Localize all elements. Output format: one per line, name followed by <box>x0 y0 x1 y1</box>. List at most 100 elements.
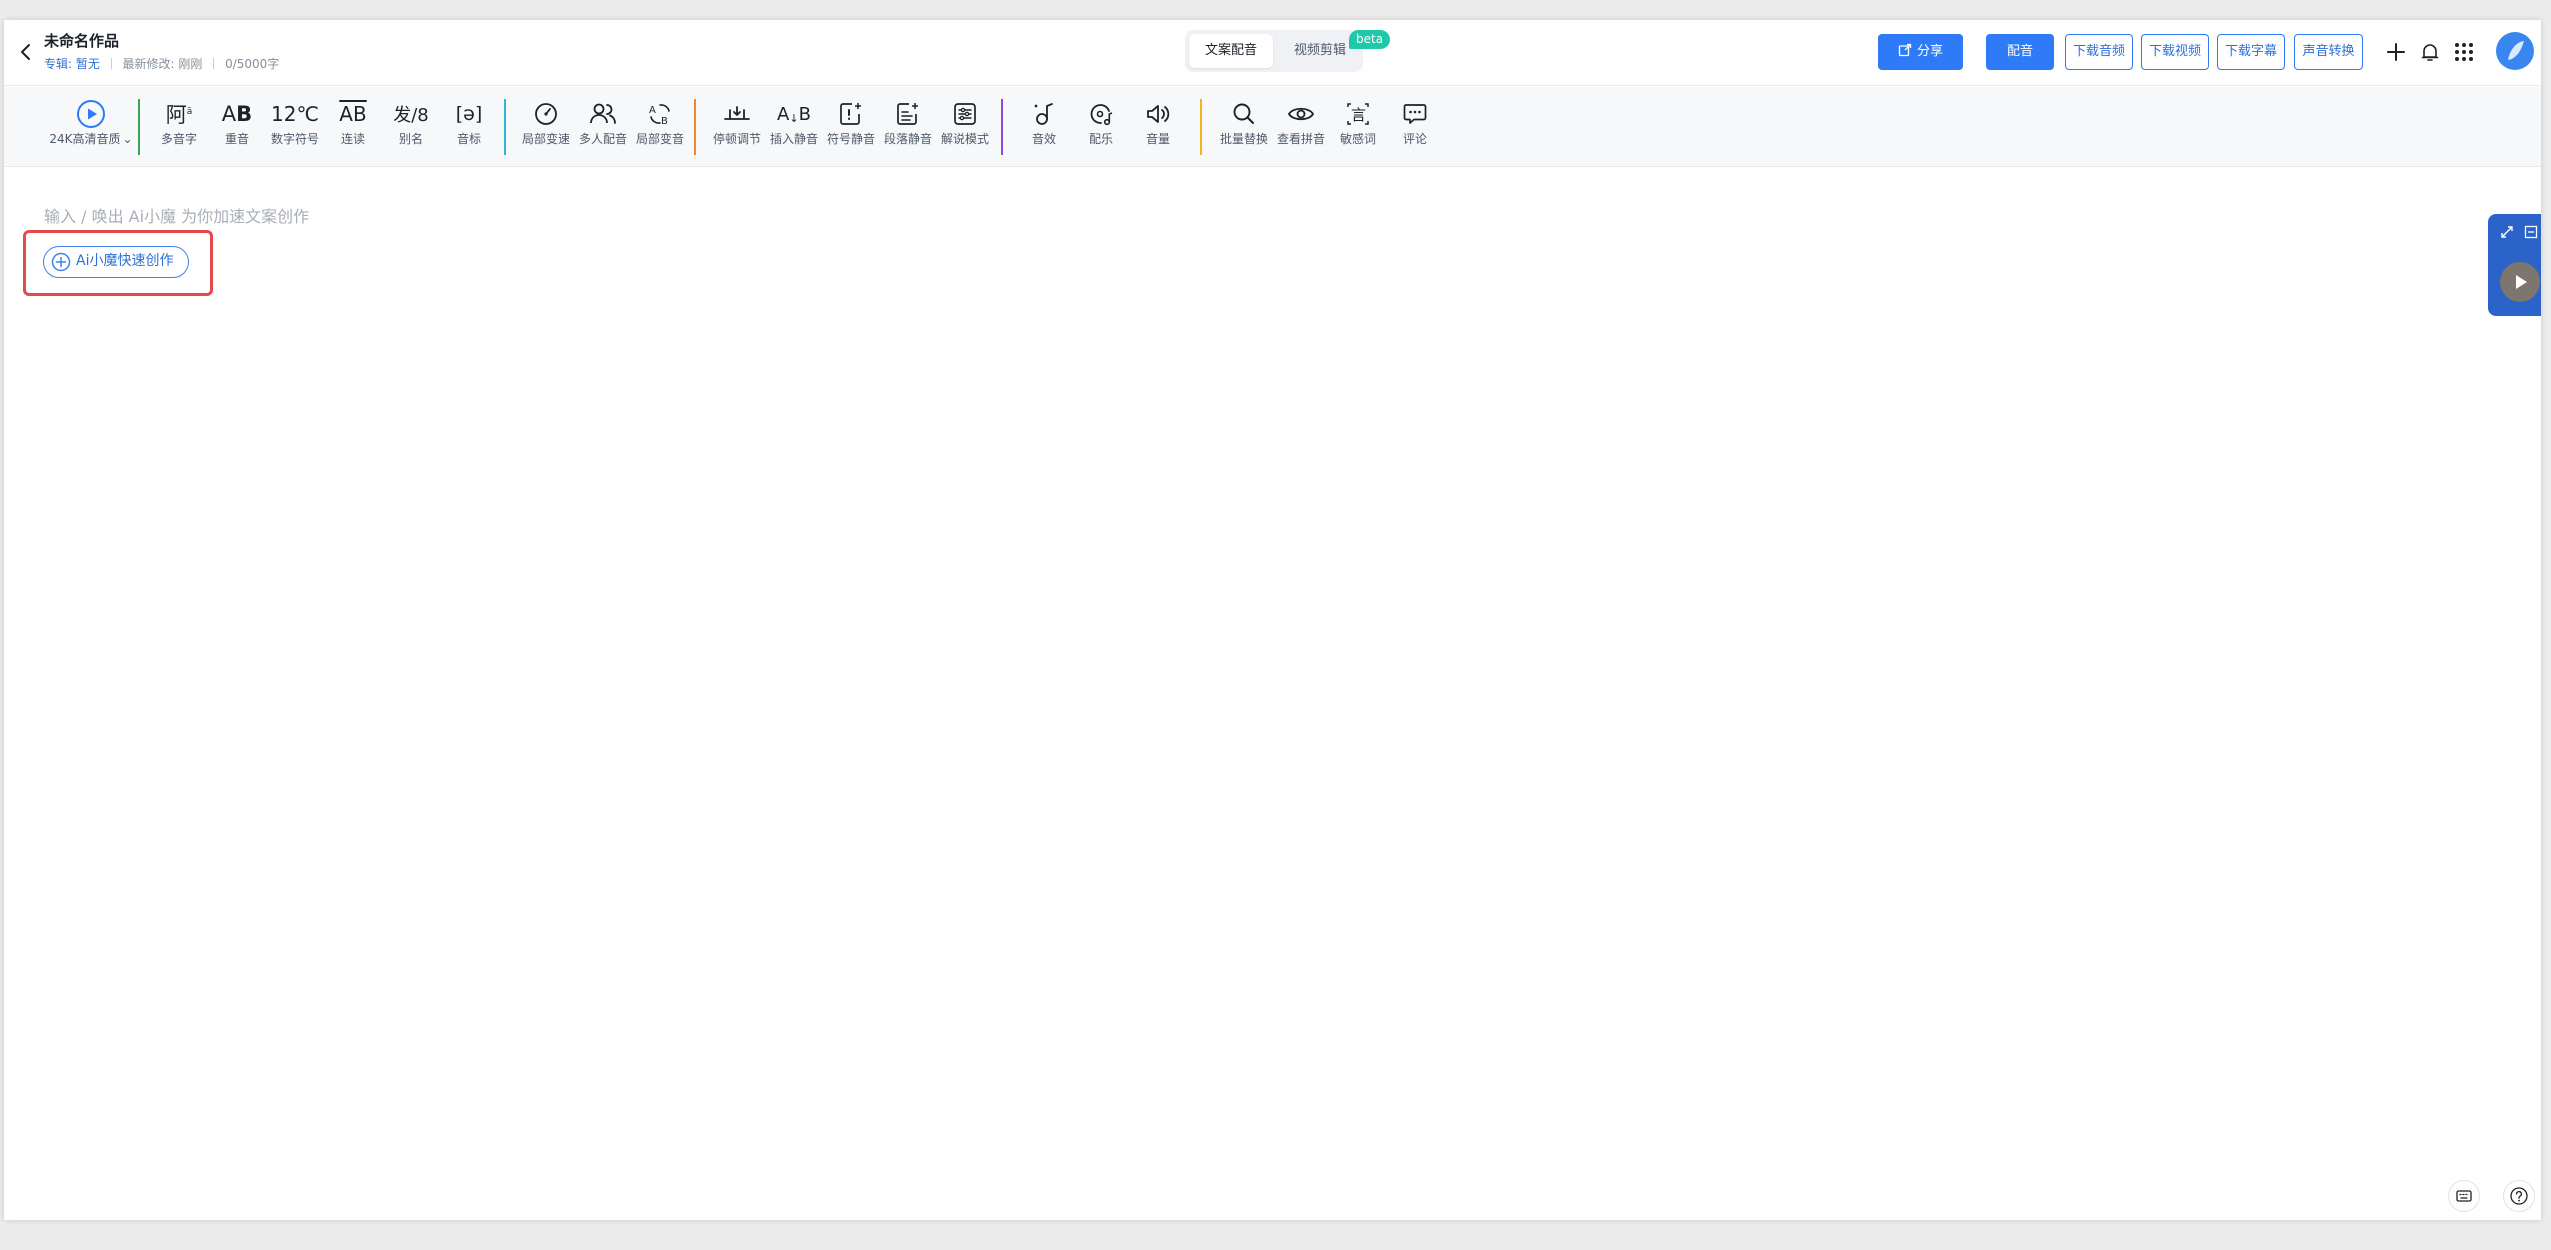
tool-label: 多人配音 <box>578 132 627 146</box>
tool-sound-effect[interactable]: 音效 <box>1016 97 1072 159</box>
document-meta: 专辑: 暂无 最新修改: 刚刚 0/5000字 <box>44 55 279 72</box>
phonetic-icon: [ə] <box>455 103 483 125</box>
tool-label: 批量替换 <box>1219 132 1268 146</box>
tool-label: 插入静音 <box>769 132 818 146</box>
tool-pause-adjust[interactable]: 停顿调节 <box>709 97 765 159</box>
svg-text:A: A <box>649 105 656 116</box>
tool-alias[interactable]: 发/8 别名 <box>383 97 439 159</box>
plus-circle-icon <box>51 252 71 283</box>
tool-symbol-silence[interactable]: 符号静音 <box>823 97 879 159</box>
album-value[interactable]: 暂无 <box>76 57 100 71</box>
video-play-thumbnail[interactable] <box>2500 262 2540 302</box>
tool-comment[interactable]: 评论 <box>1387 97 1443 159</box>
editor-placeholder: 输入 / 唤出 Ai小魔 为你加速文案创作 <box>44 207 310 226</box>
tool-local-speed[interactable]: 局部变速 <box>518 97 574 159</box>
tool-stress[interactable]: AB 重音 <box>209 97 265 159</box>
tool-label: 局部变速 <box>521 132 570 146</box>
download-video-button[interactable]: 下载视频 <box>2141 34 2209 70</box>
tool-label: 音效 <box>1031 132 1056 146</box>
document-title[interactable]: 未命名作品 <box>44 30 119 51</box>
voice-convert-button[interactable]: 声音转换 <box>2294 34 2363 70</box>
tab-video-editing[interactable]: 视频剪辑 <box>1283 34 1357 68</box>
avatar[interactable] <box>2496 32 2534 70</box>
tool-batch-replace[interactable]: 批量替换 <box>1216 97 1272 159</box>
tool-label: 数字符号 <box>270 132 319 146</box>
tool-number-symbol[interactable]: 12℃ 数字符号 <box>267 97 323 159</box>
download-audio-button[interactable]: 下载音频 <box>2065 34 2133 70</box>
tool-label: 连读 <box>340 132 365 146</box>
back-icon[interactable] <box>12 38 40 66</box>
album-label: 专辑: <box>44 57 73 71</box>
svg-text:B: B <box>661 116 668 127</box>
narration-mode-icon <box>937 97 993 131</box>
word-count: 0/5000字 <box>225 57 280 71</box>
meta-divider <box>213 58 215 69</box>
tool-label: 敏感词 <box>1339 132 1376 146</box>
play-icon <box>2500 262 2540 302</box>
tool-insert-silence[interactable]: A↓B 插入静音 <box>766 97 822 159</box>
volume-icon <box>1130 97 1186 131</box>
help-icon[interactable] <box>2503 1180 2535 1212</box>
group-divider <box>1001 99 1003 155</box>
meta-divider <box>110 58 112 69</box>
tool-label: 多音字 <box>160 132 197 146</box>
tool-label: 音标 <box>456 132 481 146</box>
tool-polyphone[interactable]: 阿ā 多音字 <box>151 97 207 159</box>
share-icon <box>1898 43 1912 57</box>
last-modified: 最新修改: 刚刚 <box>122 57 203 71</box>
music-icon <box>1073 97 1129 131</box>
polyphone-icon: 阿ā <box>165 103 193 127</box>
tool-paragraph-silence[interactable]: 段落静音 <box>880 97 936 159</box>
share-button[interactable]: 分享 <box>1878 34 1963 70</box>
stress-icon: AB <box>221 102 253 126</box>
tool-liaison[interactable]: AB 连读 <box>325 97 381 159</box>
keyboard-shortcut-icon[interactable] <box>2448 1180 2480 1212</box>
collapse-icon[interactable] <box>2524 224 2538 243</box>
eye-icon <box>1273 97 1329 131</box>
comment-icon <box>1387 97 1443 131</box>
text-editor[interactable]: 输入 / 唤出 Ai小魔 为你加速文案创作 Ai小魔快速创作 <box>4 168 2541 1220</box>
ai-quick-create-button[interactable]: Ai小魔快速创作 <box>43 246 189 278</box>
apps-grid-icon[interactable] <box>2450 38 2478 66</box>
tool-multi-person[interactable]: 多人配音 <box>575 97 631 159</box>
insert-silence-icon: A↓B <box>777 103 811 125</box>
pause-adjust-icon <box>709 97 765 131</box>
multi-person-icon <box>575 97 631 131</box>
app-window: 未命名作品 专辑: 暂无 最新修改: 刚刚 0/5000字 文案配音 视频剪辑 … <box>4 20 2541 1220</box>
quality-label: 24K高清音质 <box>49 132 121 146</box>
tool-label: 段落静音 <box>883 132 932 146</box>
download-subtitle-button[interactable]: 下载字幕 <box>2217 34 2285 70</box>
top-header: 未命名作品 专辑: 暂无 最新修改: 刚刚 0/5000字 文案配音 视频剪辑 … <box>4 20 2541 86</box>
tool-voice-change[interactable]: AB 局部变音 <box>632 97 688 159</box>
tool-label: 停顿调节 <box>712 132 761 146</box>
add-icon[interactable] <box>2382 38 2410 66</box>
tool-label: 查看拼音 <box>1276 132 1325 146</box>
number-symbol-icon: 12℃ <box>271 102 319 126</box>
svg-text:言: 言 <box>1351 106 1366 124</box>
editing-toolbar: 24K高清音质 ⌄ 阿ā 多音字 AB 重音 12℃ 数字符号 AB 连读 发/8… <box>4 87 2541 167</box>
tool-label: 重音 <box>224 132 249 146</box>
tool-music[interactable]: 配乐 <box>1073 97 1129 159</box>
tool-volume[interactable]: 音量 <box>1130 97 1186 159</box>
tool-sensitive-word[interactable]: 言 敏感词 <box>1330 97 1386 159</box>
play-circle-icon <box>44 97 138 131</box>
paragraph-silence-icon <box>880 97 936 131</box>
tool-label: 符号静音 <box>826 132 875 146</box>
video-preview-panel <box>2488 214 2541 316</box>
liaison-icon: AB <box>339 102 367 126</box>
tab-text-dubbing[interactable]: 文案配音 <box>1189 34 1273 68</box>
bell-icon[interactable] <box>2416 38 2444 66</box>
quality-selector[interactable]: 24K高清音质 ⌄ <box>44 97 138 159</box>
tool-phonetic[interactable]: [ə] 音标 <box>441 97 497 159</box>
expand-icon[interactable] <box>2500 224 2514 243</box>
tool-view-pinyin[interactable]: 查看拼音 <box>1273 97 1329 159</box>
group-divider <box>694 99 696 155</box>
tool-label: 配乐 <box>1088 132 1113 146</box>
tool-label: 局部变音 <box>635 132 684 146</box>
speed-gauge-icon <box>518 97 574 131</box>
tool-label: 音量 <box>1145 132 1170 146</box>
tool-narration-mode[interactable]: 解说模式 <box>937 97 993 159</box>
tool-label: 解说模式 <box>940 132 989 146</box>
dub-button[interactable]: 配音 <box>1986 34 2054 70</box>
sound-effect-icon <box>1016 97 1072 131</box>
